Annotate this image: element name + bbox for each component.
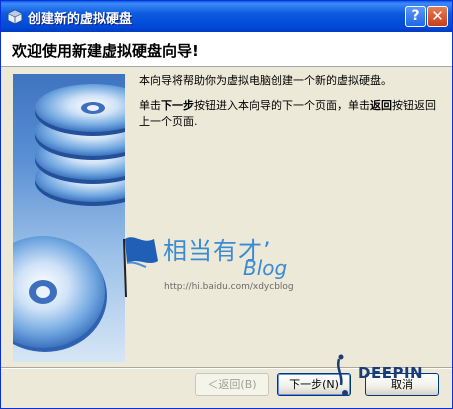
window-title: 创建新的虚拟硬盘 [28, 12, 133, 27]
back-button[interactable]: ＜返回(B) [195, 373, 269, 396]
instruction-text: 单击下一步按钮进入本向导的下一个页面，单击返回按钮返回上一个页面. [139, 98, 439, 130]
watermark-url: http://hi.baidu.com/xdycblog [164, 282, 294, 292]
wizard-header: 欢迎使用新建虚拟硬盘向导! [1, 32, 452, 67]
deepin-logo-text: DEEPIN [358, 364, 424, 382]
close-button[interactable]: ✕ [427, 6, 448, 27]
watermark-blog: Blog [243, 256, 288, 280]
back-keyword: 返回 [370, 99, 392, 112]
page-title: 欢迎使用新建虚拟硬盘向导! [12, 42, 199, 60]
flag-icon [123, 237, 158, 298]
help-button[interactable]: ? [405, 6, 426, 27]
title-bar[interactable]: 创建新的虚拟硬盘 ? ✕ [1, 1, 452, 32]
intro-text: 本向导将帮助你为虚拟电脑创建一个新的虚拟硬盘。 [139, 74, 392, 87]
wizard-content: 本向导将帮助你为虚拟电脑创建一个新的虚拟硬盘。 单击下一步按钮进入本向导的下一个… [139, 73, 439, 130]
close-icon: ✕ [431, 7, 444, 25]
instruction-part: 单击 [139, 99, 161, 112]
disc-stack-icon [13, 84, 125, 352]
side-banner-image [13, 74, 125, 362]
wizard-window: 创建新的虚拟硬盘 ? ✕ 欢迎使用新建虚拟硬盘向导! 本向导将帮助你为虚拟电脑创… [0, 0, 453, 409]
instruction-part: 按钮进入本向导的下一个页面，单击 [194, 99, 370, 112]
virtualbox-icon [7, 9, 23, 25]
question-icon: ? [411, 8, 420, 24]
next-keyword: 下一步 [161, 99, 194, 112]
